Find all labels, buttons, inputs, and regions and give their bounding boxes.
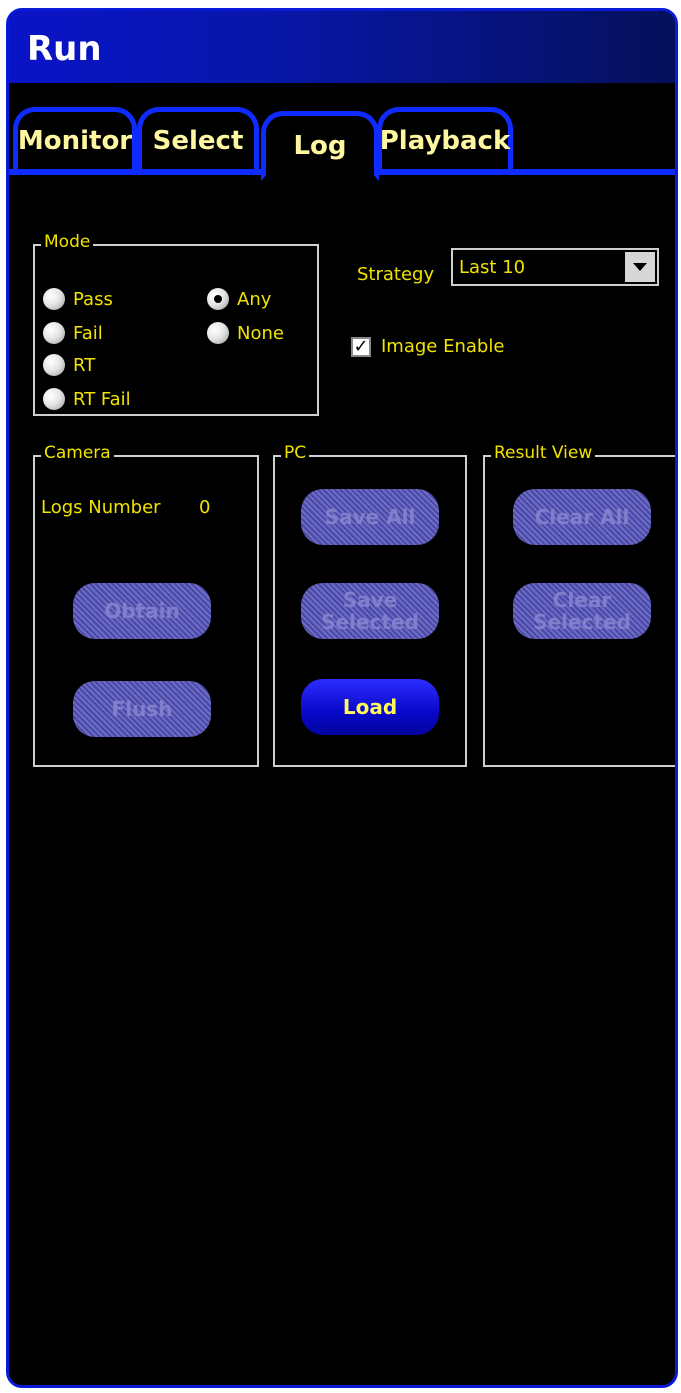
run-window: Run Monitor Select Log Playback Mode Pas… (6, 8, 678, 1388)
pc-group: PC Save All Save Selected Load (273, 443, 467, 767)
mode-none-label: None (237, 322, 284, 344)
mode-radio-fail[interactable]: Fail (43, 322, 103, 344)
window-title: Run (27, 29, 102, 69)
flush-button[interactable]: Flush (73, 681, 211, 737)
clear-all-button[interactable]: Clear All (513, 489, 651, 545)
load-button[interactable]: Load (301, 679, 439, 735)
mode-rt-fail-label: RT Fail (73, 388, 131, 410)
strategy-label: Strategy (357, 264, 435, 285)
mode-group-label: Mode (41, 232, 94, 252)
obtain-button[interactable]: Obtain (73, 583, 211, 639)
radio-any[interactable] (207, 288, 229, 310)
strategy-value: Last 10 (459, 256, 526, 278)
mode-radio-any[interactable]: Any (207, 288, 271, 310)
clear-selected-button[interactable]: Clear Selected (513, 583, 651, 639)
radio-pass[interactable] (43, 288, 65, 310)
result-view-group-label: Result View (491, 443, 596, 463)
strategy-select[interactable]: Last 10 (451, 248, 659, 286)
tab-select[interactable]: Select (137, 107, 259, 169)
mode-radio-rt[interactable]: RT (43, 354, 95, 376)
pc-group-label: PC (281, 443, 310, 463)
mode-group: Mode Pass Fail RT RT Fail Any None (33, 232, 319, 416)
save-all-button[interactable]: Save All (301, 489, 439, 545)
radio-fail[interactable] (43, 322, 65, 344)
chevron-down-icon[interactable] (625, 252, 655, 282)
mode-any-label: Any (237, 288, 272, 310)
camera-group-label: Camera (41, 443, 114, 463)
title-bar: Run (9, 11, 675, 83)
mode-rt-label: RT (73, 354, 96, 376)
tab-playback[interactable]: Playback (377, 107, 513, 169)
tab-log[interactable]: Log (261, 111, 379, 181)
mode-pass-label: Pass (73, 288, 113, 310)
image-enable-checkbox[interactable]: ✓ (351, 336, 371, 357)
mode-radio-rt-fail[interactable]: RT Fail (43, 388, 131, 410)
save-selected-button[interactable]: Save Selected (301, 583, 439, 639)
radio-none[interactable] (207, 322, 229, 344)
radio-rt[interactable] (43, 354, 65, 376)
radio-rt-fail[interactable] (43, 388, 65, 410)
mode-radio-pass[interactable]: Pass (43, 288, 113, 310)
mode-fail-label: Fail (73, 322, 103, 344)
tab-monitor[interactable]: Monitor (13, 107, 137, 169)
mode-radio-none[interactable]: None (207, 322, 284, 344)
image-enable-label: Image Enable (381, 336, 505, 357)
image-enable-row[interactable]: ✓ Image Enable (351, 336, 504, 357)
logs-number-label: Logs Number (41, 497, 161, 518)
logs-number-value: 0 (199, 497, 211, 518)
result-view-group: Result View Clear All Clear Selected (483, 443, 675, 767)
camera-group: Camera Logs Number 0 Obtain Flush (33, 443, 259, 767)
